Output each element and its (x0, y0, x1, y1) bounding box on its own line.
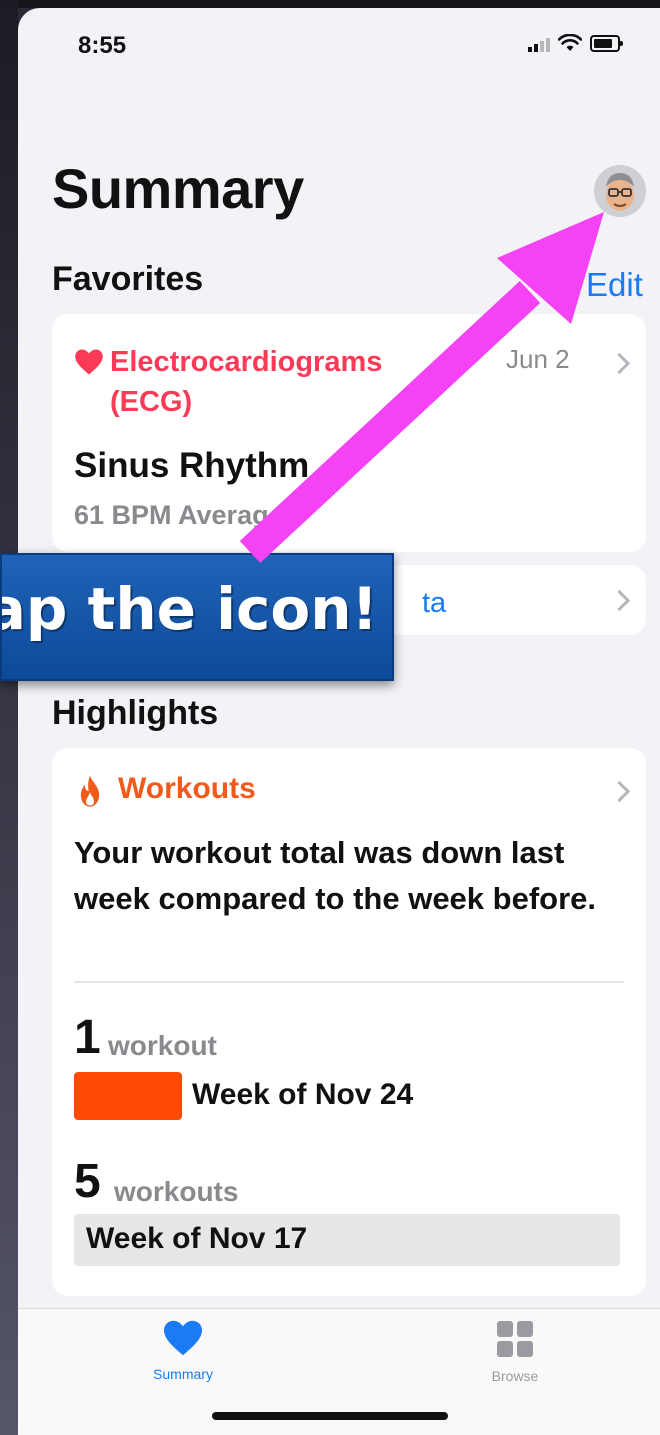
chevron-right-icon (608, 589, 631, 612)
profile-avatar-button[interactable] (594, 165, 646, 217)
home-indicator (212, 1412, 448, 1420)
tab-summary[interactable]: Summary (118, 1319, 248, 1382)
status-icons (528, 34, 623, 52)
tutorial-banner-text: Tap the icon! (2, 575, 378, 643)
workouts-description: Your workout total was down last week co… (74, 835, 597, 916)
previous-week-count: 5 (74, 1155, 101, 1208)
ecg-title: Electrocardiograms (ECG) (110, 346, 383, 418)
edit-favorites-button[interactable]: Edit (586, 266, 643, 304)
previous-week-label: Week of Nov 17 (86, 1222, 308, 1255)
current-week-bar (74, 1072, 182, 1120)
battery-icon (590, 35, 623, 52)
tab-summary-label: Summary (153, 1366, 213, 1382)
previous-week-unit: workouts (114, 1176, 239, 1207)
chevron-right-icon (608, 352, 631, 375)
workouts-highlight-card[interactable]: Workouts Your workout total was down las… (52, 748, 646, 1296)
current-week-unit: workout (108, 1030, 217, 1061)
ecg-value: Sinus Rhythm (74, 446, 310, 485)
page-title: Summary (52, 157, 304, 220)
show-all-data-link[interactable]: ta (422, 587, 446, 620)
heart-icon (75, 349, 103, 375)
memoji-avatar-icon (594, 165, 646, 217)
ecg-subtitle: 61 BPM Average (74, 500, 284, 530)
tutorial-banner: Tap the icon! (0, 553, 394, 681)
grid-icon (497, 1321, 533, 1357)
workouts-title: Workouts (118, 772, 256, 805)
wifi-icon (558, 34, 582, 51)
highlights-heading: Highlights (52, 694, 219, 732)
device-bezel-left (0, 0, 18, 1435)
status-time: 8:55 (78, 32, 127, 59)
current-week-label: Week of Nov 24 (192, 1078, 414, 1111)
heart-icon (164, 1320, 202, 1356)
current-week-count: 1 (74, 1011, 101, 1064)
flame-icon (80, 775, 100, 807)
ecg-favorite-card[interactable]: Electrocardiograms (ECG) Jun 2 Sinus Rhy… (52, 314, 646, 552)
device-bezel-top (0, 0, 660, 8)
ecg-date: Jun 2 (506, 344, 570, 374)
favorites-heading: Favorites (52, 260, 204, 298)
divider (74, 981, 624, 983)
tab-browse-label: Browse (491, 1368, 539, 1384)
tab-browse[interactable]: Browse (450, 1319, 580, 1384)
chevron-right-icon (608, 780, 631, 803)
cellular-signal-icon (528, 36, 550, 52)
phone-screen: 8:55 Summary Favorites Edit Electrocardi… (18, 8, 660, 1435)
